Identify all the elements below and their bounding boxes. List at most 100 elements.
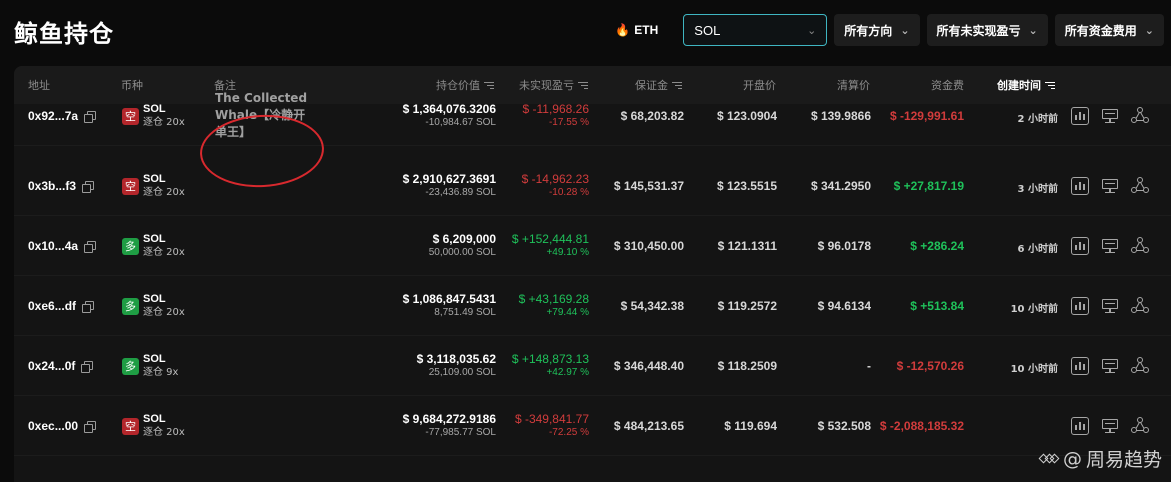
position-size: 8,751.49 SOL — [434, 307, 496, 318]
created-time: 10 小时前 — [1010, 304, 1058, 315]
leverage-label: 逐仓 20x — [143, 187, 185, 198]
position-value-cell: $ 1,086,847.5431 8,751.49 SOL — [354, 293, 496, 319]
side-badge: 空 — [122, 417, 139, 435]
table-row[interactable]: 0x24...0f 多 SOL 逐仓 9x $ 3,118,035.62 25,109.0… — [14, 336, 1171, 396]
chart-bars-icon[interactable] — [1071, 177, 1089, 195]
chevron-down-icon: ⌄ — [1028, 23, 1038, 37]
monitor-icon[interactable] — [1101, 357, 1119, 375]
pnl-filter[interactable]: 所有未实现盈亏 ⌄ — [926, 14, 1048, 46]
table-row[interactable]: 0x3b...f3 空 SOL 逐仓 20x $ 2,910,627.3691 -23,4… — [14, 156, 1171, 216]
copy-icon[interactable] — [84, 420, 97, 433]
share-icon[interactable] — [1131, 357, 1149, 375]
watermark-text: 周易趋势 — [1085, 449, 1162, 471]
coin-select[interactable]: SOL ⌄ — [683, 14, 828, 46]
coin-cell: 多 SOL 逐仓 20x — [122, 233, 185, 259]
margin-value: $ 54,342.38 — [620, 299, 684, 313]
pnl-filter-label: 所有未实现盈亏 — [936, 23, 1021, 38]
side-badge: 多 — [122, 237, 139, 255]
wallet-address[interactable]: 0xe6...df — [28, 299, 95, 313]
share-icon[interactable] — [1131, 177, 1149, 195]
coin-symbol: SOL — [143, 353, 166, 365]
funding-fee: $ +286.24 — [910, 239, 964, 253]
funding-fee: $ +513.84 — [910, 299, 964, 313]
pnl-cell: $ -349,841.77 -72.25 % — [494, 413, 589, 439]
unrealized-pnl: $ +148,873.13 — [511, 352, 589, 366]
copy-icon[interactable] — [82, 180, 95, 193]
funding-filter[interactable]: 所有资金费用 ⌄ — [1054, 14, 1164, 46]
margin-value: $ 346,448.40 — [613, 359, 684, 373]
wallet-address[interactable]: 0x24...0f — [28, 359, 94, 373]
funding-fee: $ -129,991.61 — [889, 109, 964, 123]
chevron-down-icon: ⌄ — [807, 24, 817, 37]
table-row[interactable]: 0x92...7a 空 SOL 逐仓 20x The Collected Whale【冷… — [14, 86, 1171, 146]
table-row[interactable]: 0xec...00 空 SOL 逐仓 20x $ 9,684,272.9186 -77,9… — [14, 396, 1171, 456]
wallet-address[interactable]: 0xec...00 — [28, 419, 97, 433]
position-value-cell: $ 2,910,627.3691 -23,436.89 SOL — [354, 173, 496, 199]
unrealized-pnl: $ -14,962.23 — [521, 172, 589, 186]
share-icon[interactable] — [1131, 417, 1149, 435]
eth-shortcut[interactable]: 🔥 ETH — [615, 23, 658, 37]
chart-bars-icon[interactable] — [1071, 357, 1089, 375]
created-time: 3 小时前 — [1017, 184, 1058, 195]
side-badge: 空 — [122, 107, 139, 125]
coin-symbol: SOL — [143, 233, 166, 245]
chart-bars-icon[interactable] — [1071, 417, 1089, 435]
unrealized-pnl: $ +43,169.28 — [518, 292, 589, 306]
wallet-address[interactable]: 0x3b...f3 — [28, 179, 95, 193]
page-title: 鲸鱼持仓 — [14, 20, 114, 48]
pnl-percent: -17.55 % — [548, 117, 589, 128]
copy-icon[interactable] — [84, 240, 97, 253]
pnl-cell: $ -11,968.26 -17.55 % — [494, 103, 590, 129]
funding-fee: $ -2,088,185.32 — [879, 419, 964, 433]
position-size: -10,984.67 SOL — [425, 117, 496, 128]
monitor-icon[interactable] — [1101, 237, 1119, 255]
unrealized-pnl: $ +152,444.81 — [511, 232, 589, 246]
copy-icon[interactable] — [84, 110, 97, 123]
pnl-percent: +79.44 % — [546, 307, 589, 318]
monitor-icon[interactable] — [1101, 107, 1119, 125]
share-icon[interactable] — [1131, 107, 1149, 125]
monitor-icon[interactable] — [1101, 177, 1119, 195]
watermark: @ 周易趋势 — [1038, 445, 1162, 472]
monitor-icon[interactable] — [1101, 297, 1119, 315]
table-row[interactable]: 0x10...4a 多 SOL 逐仓 20x $ 6,209,000 50,000.00 … — [14, 216, 1171, 276]
position-size: -77,985.77 SOL — [425, 427, 496, 438]
position-value-cell: $ 3,118,035.62 25,109.00 SOL — [354, 353, 496, 379]
position-value-cell: $ 6,209,000 50,000.00 SOL — [354, 233, 496, 259]
flame-icon: 🔥 — [615, 23, 631, 37]
funding-fee: $ +27,817.19 — [893, 179, 964, 193]
coin-cell: 空 SOL 逐仓 20x — [122, 103, 185, 129]
copy-icon[interactable] — [82, 300, 95, 313]
wallet-address-text: 0xec...00 — [28, 419, 79, 433]
wallet-address[interactable]: 0x10...4a — [28, 239, 97, 253]
chart-bars-icon[interactable] — [1071, 297, 1089, 315]
margin-value: $ 310,450.00 — [613, 239, 684, 253]
coin-symbol: SOL — [143, 413, 166, 425]
chevron-down-icon: ⌄ — [1144, 23, 1154, 37]
wallet-address-text: 0x92...7a — [28, 109, 79, 123]
chart-bars-icon[interactable] — [1071, 237, 1089, 255]
position-value-cell: $ 9,684,272.9186 -77,985.77 SOL — [354, 413, 496, 439]
direction-filter[interactable]: 所有方向 ⌄ — [834, 14, 920, 46]
table-row[interactable]: 0xe6...df 多 SOL 逐仓 20x $ 1,086,847.5431 8,751… — [14, 276, 1171, 336]
pnl-percent: -10.28 % — [548, 187, 589, 198]
eth-label: ETH — [634, 23, 659, 37]
share-icon[interactable] — [1131, 237, 1149, 255]
copy-icon[interactable] — [81, 360, 94, 373]
side-badge: 多 — [122, 357, 139, 375]
direction-filter-label: 所有方向 — [844, 23, 893, 38]
coin-cell: 多 SOL 逐仓 9x — [122, 353, 178, 379]
positions-table: 地址 币种 备注 持仓价值 未实现盈亏 保证金 开盘价 清算价 资金费 创建时间… — [14, 66, 1171, 482]
wallet-address[interactable]: 0x92...7a — [28, 109, 97, 123]
wallet-address-text: 0x24...0f — [28, 359, 76, 373]
coin-symbol: SOL — [143, 173, 166, 185]
coin-select-value: SOL — [694, 22, 721, 38]
leverage-label: 逐仓 20x — [143, 117, 185, 128]
share-icon[interactable] — [1131, 297, 1149, 315]
coin-cell: 空 SOL 逐仓 20x — [122, 173, 185, 199]
chart-bars-icon[interactable] — [1071, 107, 1089, 125]
monitor-icon[interactable] — [1101, 417, 1119, 435]
funding-filter-label: 所有资金费用 — [1064, 23, 1137, 38]
position-size: -23,436.89 SOL — [425, 187, 496, 198]
pnl-cell: $ -14,962.23 -10.28 % — [494, 173, 589, 199]
